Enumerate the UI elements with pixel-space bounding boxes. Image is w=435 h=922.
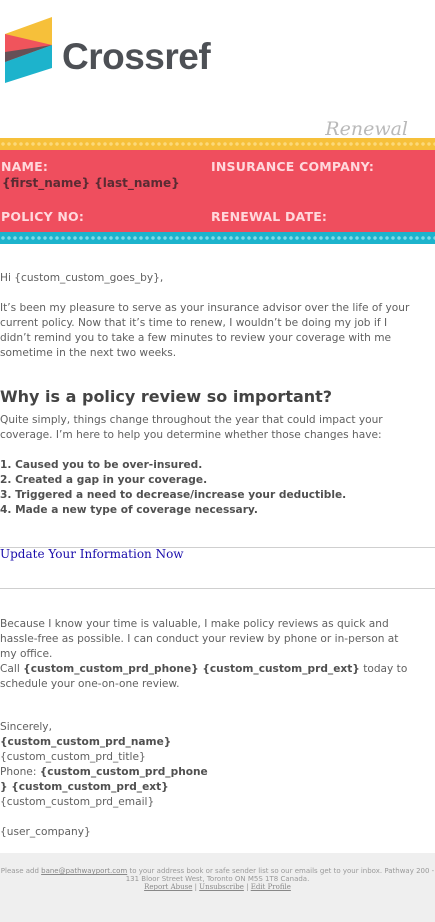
name-value: {first_name} {last_name} [2, 176, 180, 190]
phone-label: Phone: [0, 766, 40, 778]
renewal-date-label: RENEWAL DATE: [211, 209, 328, 224]
intro-paragraph: It’s been my pleasure to serve as your i… [0, 302, 410, 359]
policy-info-band: NAME: INSURANCE COMPANY: {first_name} {l… [0, 150, 435, 232]
policy-number-label: POLICY NO: [1, 209, 85, 224]
reasons-list: 1. Caused you to be over-insured. 2. Cre… [0, 458, 346, 518]
divider-bottom [0, 588, 435, 589]
footer-text-suffix: to your address book or safe sender list… [125, 867, 435, 883]
footer-separator: | [243, 883, 251, 891]
email-page: Crossref Renewal NAME: INSURANCE COMPANY… [0, 0, 435, 922]
renewal-label: Renewal [325, 118, 408, 140]
signature-title: {custom_custom_prd_title} [0, 751, 146, 763]
list-item: 1. Caused you to be over-insured. [0, 459, 203, 471]
insurance-company-label: INSURANCE COMPANY: [211, 159, 375, 174]
signature-company: {user_company} [0, 826, 91, 838]
edit-profile-link[interactable]: Edit Profile [251, 883, 291, 891]
yellow-pattern-stripe [0, 138, 435, 150]
name-label: NAME: [1, 159, 49, 174]
call-phone: {custom_custom_prd_phone} {custom_custom… [23, 663, 360, 675]
report-abuse-link[interactable]: Report Abuse [144, 883, 192, 891]
signature-name: {custom_custom_prd_name} [0, 736, 172, 748]
phone-value: {custom_custom_prd_phone [39, 766, 208, 778]
signature-phone: Phone: {custom_custom_prd_phone [0, 765, 410, 780]
update-information-link[interactable]: Update Your Information Now [0, 547, 184, 561]
greeting: Hi {custom_custom_goes_by}, [0, 272, 164, 284]
logo-wordmark: Crossref [62, 36, 211, 77]
lead-paragraph: Quite simply, things change throughout t… [0, 414, 383, 441]
call-prefix: Call [0, 663, 24, 675]
list-item: 3. Triggered a need to decrease/increase… [0, 489, 347, 501]
blue-pattern-stripe [0, 232, 435, 244]
list-item: 4. Made a new type of coverage necessary… [0, 504, 258, 516]
signature-email: {custom_custom_prd_email} [0, 796, 155, 808]
crossref-logo-icon [5, 17, 52, 83]
call-paragraph: Call {custom_custom_prd_phone} {custom_c… [0, 662, 410, 692]
unsubscribe-link[interactable]: Unsubscribe [199, 883, 244, 891]
signature-phone-ext: } {custom_custom_prd_ext} [0, 781, 169, 793]
list-item: 2. Created a gap in your coverage. [0, 474, 208, 486]
footer-notice: Please add bane@pathwayport.com to your … [0, 867, 435, 883]
valuable-paragraph: Because I know your time is valuable, I … [0, 618, 399, 660]
footer: Please add bane@pathwayport.com to your … [0, 853, 435, 922]
section-heading: Why is a policy review so important? [0, 387, 333, 406]
footer-text-prefix: Please add [0, 867, 42, 875]
signature-closing: Sincerely, [0, 721, 52, 733]
footer-links: Report Abuse | Unsubscribe | Edit Profil… [0, 883, 435, 891]
footer-email-link[interactable]: bane@pathwayport.com [41, 867, 127, 875]
crossref-logo: Crossref [5, 17, 225, 85]
